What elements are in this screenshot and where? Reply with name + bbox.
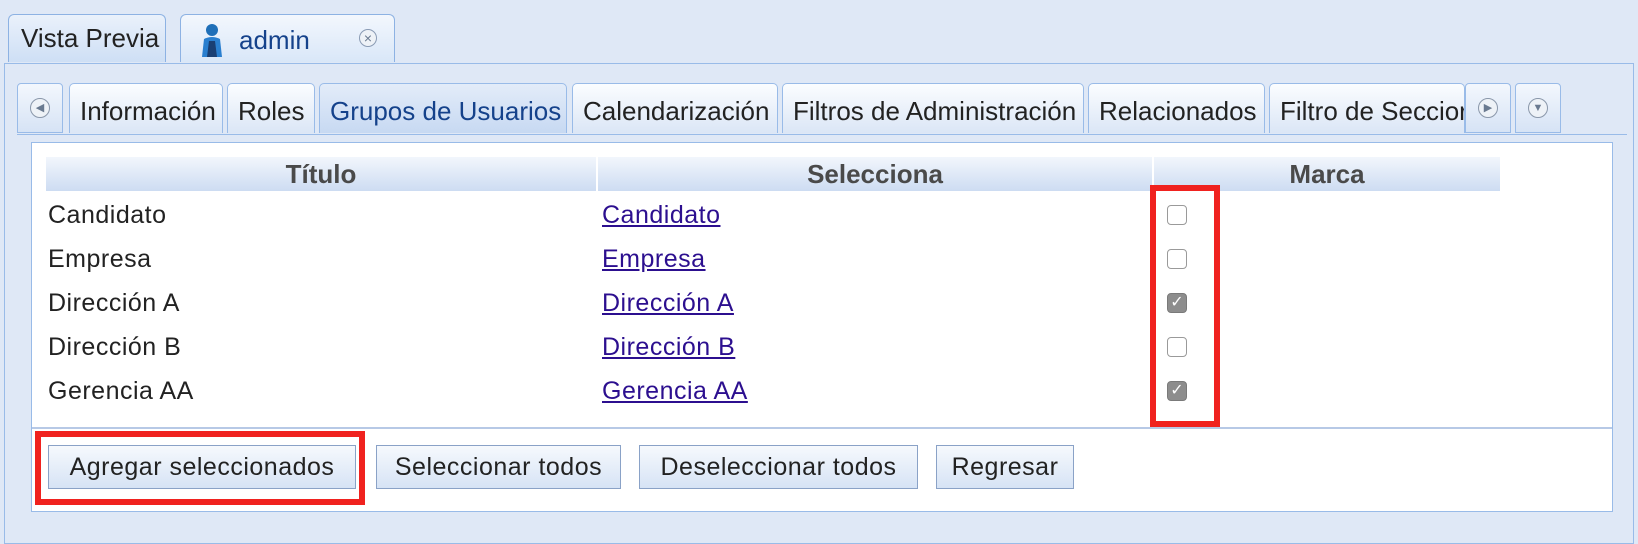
tab-label: Grupos de Usuarios bbox=[330, 96, 562, 126]
sub-tab-bar: ◀ Información Roles Grupos de Usuarios C… bbox=[17, 80, 1627, 135]
tab-menu-button[interactable]: ▼ bbox=[1515, 83, 1561, 133]
scroll-right-button[interactable]: ▶ bbox=[1465, 83, 1511, 133]
tab-informacion[interactable]: Información bbox=[69, 83, 223, 133]
tab-label: Relacionados bbox=[1099, 96, 1257, 126]
tab-filtro-de-seccion[interactable]: Filtro de Seccior bbox=[1269, 83, 1465, 133]
row-title: Gerencia AA bbox=[48, 377, 194, 405]
tab-menu-icon: ▼ bbox=[1528, 98, 1548, 118]
row-title: Dirección A bbox=[48, 289, 180, 317]
tab-roles[interactable]: Roles bbox=[227, 83, 315, 133]
tab-label: Calendarización bbox=[583, 96, 770, 126]
tab-relacionados[interactable]: Relacionados bbox=[1088, 83, 1265, 133]
seleccionar-todos-button[interactable]: Seleccionar todos bbox=[376, 445, 621, 489]
tab-grupos-de-usuarios[interactable]: Grupos de Usuarios bbox=[319, 83, 567, 133]
tab-label: Filtros de Administración bbox=[793, 96, 1077, 126]
top-tab-strip: Vista Previa admin × bbox=[0, 0, 1638, 64]
scroll-right-icon: ▶ bbox=[1478, 98, 1498, 118]
tab-admin[interactable]: admin × bbox=[180, 14, 395, 62]
tab-label: Roles bbox=[238, 96, 305, 126]
select-link[interactable]: Gerencia AA bbox=[602, 377, 748, 406]
user-panel: ◀ Información Roles Grupos de Usuarios C… bbox=[4, 63, 1634, 544]
tab-label: Vista Previa bbox=[21, 23, 160, 53]
row-title: Dirección B bbox=[48, 333, 182, 361]
close-icon[interactable]: × bbox=[359, 29, 377, 47]
scroll-left-icon: ◀ bbox=[30, 98, 50, 118]
deseleccionar-todos-button[interactable]: Deseleccionar todos bbox=[639, 445, 918, 489]
user-icon bbox=[202, 24, 222, 57]
select-link[interactable]: Dirección A bbox=[602, 289, 734, 318]
marca-highlight-box bbox=[1150, 185, 1220, 427]
regresar-button[interactable]: Regresar bbox=[936, 445, 1074, 489]
tab-label: Información bbox=[80, 96, 216, 126]
agregar-highlight-box bbox=[35, 431, 365, 505]
row-title: Candidato bbox=[48, 201, 167, 229]
column-header-titulo[interactable]: Título bbox=[46, 157, 598, 191]
tab-calendarizacion[interactable]: Calendarización bbox=[572, 83, 778, 133]
tab-filtros-de-administracion[interactable]: Filtros de Administración bbox=[782, 83, 1084, 133]
scroll-left-button[interactable]: ◀ bbox=[17, 83, 63, 133]
groups-grid-panel: Título Selecciona Marca Candidato Candid… bbox=[31, 142, 1613, 512]
column-header-selecciona[interactable]: Selecciona bbox=[598, 157, 1154, 191]
select-link[interactable]: Dirección B bbox=[602, 333, 735, 362]
row-title: Empresa bbox=[48, 245, 152, 273]
select-link[interactable]: Candidato bbox=[602, 201, 720, 230]
footer-divider bbox=[32, 427, 1612, 429]
tab-vista-previa[interactable]: Vista Previa bbox=[8, 14, 166, 62]
tab-label: admin bbox=[239, 25, 310, 55]
select-link[interactable]: Empresa bbox=[602, 245, 706, 274]
tab-label: Filtro de Seccior bbox=[1280, 96, 1465, 126]
